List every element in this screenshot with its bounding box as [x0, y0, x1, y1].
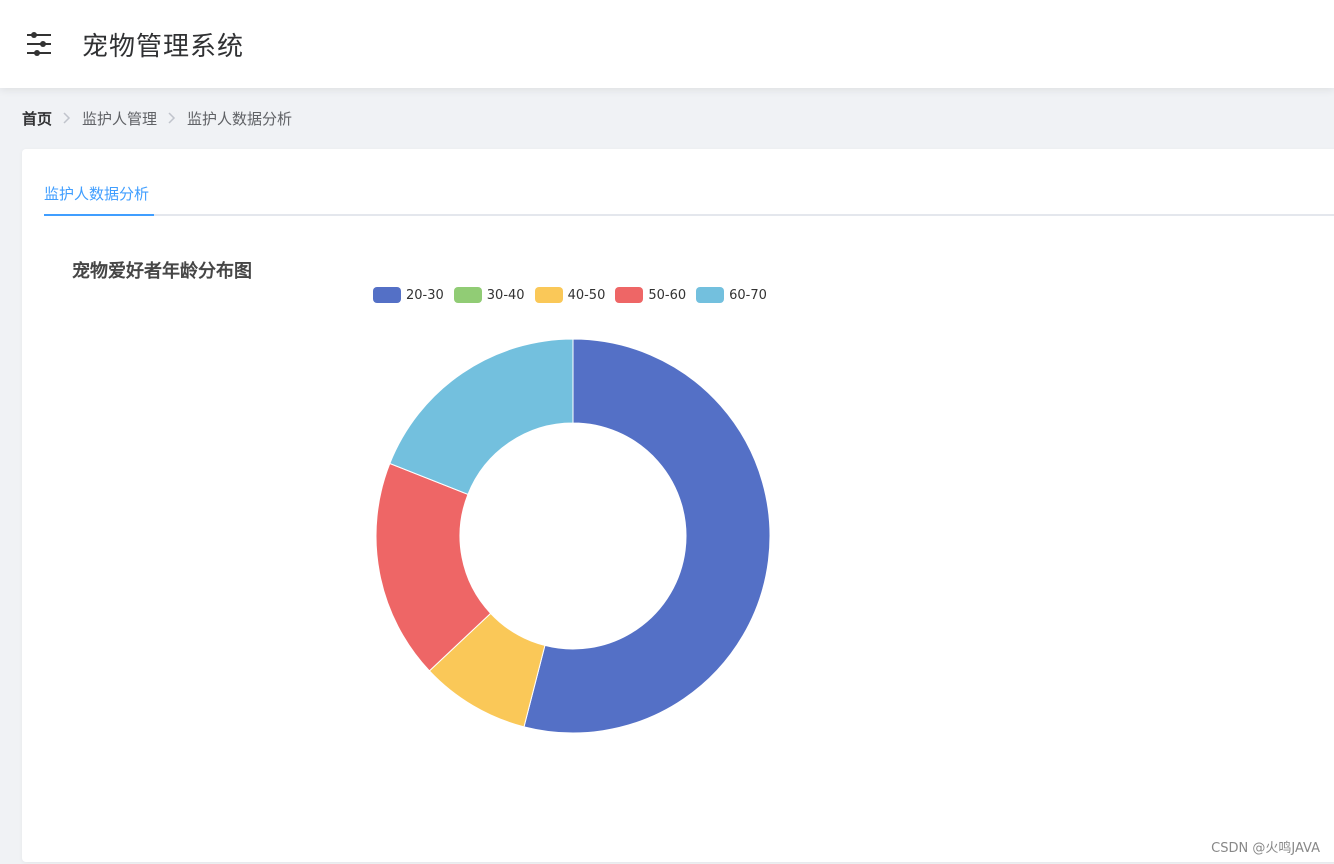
legend-item[interactable]: 60-70	[696, 287, 767, 303]
legend-label: 50-60	[648, 287, 687, 303]
top-bar: 宠物管理系统	[0, 0, 1334, 88]
breadcrumb-guardian-management[interactable]: 监护人管理	[82, 108, 157, 129]
content-card: 监护人数据分析 宠物爱好者年龄分布图 20-30 30-40 40-50 50-60 6…	[22, 149, 1334, 862]
breadcrumb: 首页 监护人管理 监护人数据分析	[22, 106, 292, 130]
sliders-icon[interactable]	[24, 29, 54, 59]
donut-chart	[375, 338, 771, 734]
breadcrumb-home[interactable]: 首页	[22, 108, 52, 129]
app-title: 宠物管理系统	[82, 31, 245, 62]
tab-bar: 监护人数据分析	[44, 181, 1334, 216]
legend-label: 30-40	[486, 287, 525, 303]
legend-label: 20-30	[406, 287, 444, 303]
legend-item[interactable]: 40-50	[534, 287, 606, 303]
legend-item[interactable]: 30-40	[453, 287, 525, 303]
chevron-right-icon	[163, 112, 181, 124]
chart-legend: 20-30 30-40 40-50 50-60 60-70	[373, 285, 777, 305]
donut-slice-60-70[interactable]	[389, 338, 574, 496]
legend-label: 60-70	[729, 287, 767, 303]
legend-swatch	[696, 287, 725, 303]
legend-item[interactable]: 20-30	[373, 287, 444, 303]
legend-swatch	[615, 287, 644, 303]
watermark: CSDN @火鸣JAVA	[1211, 841, 1320, 856]
legend-swatch	[453, 287, 482, 303]
tab-guardian-analysis[interactable]: 监护人数据分析	[44, 181, 149, 216]
legend-item[interactable]: 50-60	[615, 287, 686, 303]
breadcrumb-current: 监护人数据分析	[187, 109, 293, 128]
tab-active-indicator	[44, 214, 154, 216]
legend-label: 40-50	[567, 287, 606, 303]
legend-swatch	[373, 287, 401, 303]
legend-swatch	[534, 287, 563, 303]
chart-title: 宠物爱好者年龄分布图	[72, 261, 252, 282]
chevron-right-icon	[58, 112, 76, 124]
